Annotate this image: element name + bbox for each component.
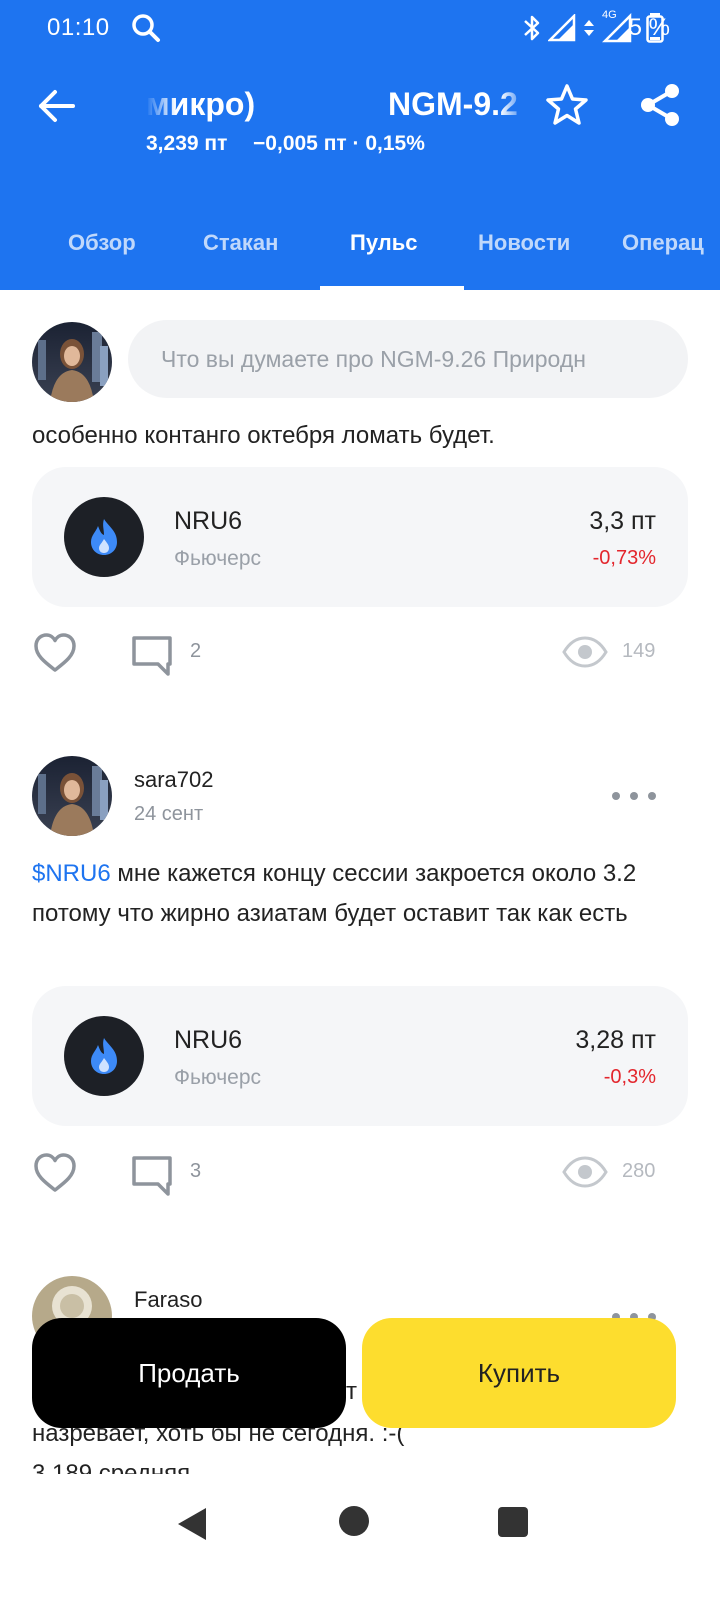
tab-operations[interactable]: Операц: [622, 230, 704, 256]
status-bar: 01:10 4G 5 %: [0, 0, 720, 56]
post-date: 24 сент: [134, 803, 204, 825]
system-nav-bar: [0, 1476, 720, 1600]
signal-4g: 4G: [602, 9, 632, 43]
post-author[interactable]: Faraso: [134, 1287, 202, 1313]
views-count: 280: [622, 1160, 656, 1182]
author-avatar[interactable]: [32, 756, 112, 836]
instrument-card[interactable]: NRU6 Фьючерс 3,28 пт -0,3%: [32, 986, 688, 1126]
instrument-card[interactable]: NRU6 Фьючерс 3,3 пт -0,73%: [32, 467, 688, 607]
instrument-header: 01:10 4G 5 % микро) NGM-9.2 3,239 пт −0,…: [0, 0, 720, 290]
nav-back-icon[interactable]: [176, 1506, 210, 1542]
battery-percent: 5 %: [628, 14, 670, 41]
buy-button[interactable]: Купить: [362, 1318, 676, 1428]
flame-icon: [91, 519, 117, 555]
back-button[interactable]: [32, 82, 80, 130]
share-icon[interactable]: [638, 82, 682, 128]
instrument-logo: [64, 497, 144, 577]
eye-icon: [562, 1156, 608, 1188]
tab-orderbook[interactable]: Стакан: [203, 230, 278, 256]
post-text: особенно контанго октебря ломать будет.: [32, 422, 495, 449]
avatar-photo: [32, 756, 112, 836]
more-dot: [630, 792, 638, 800]
eye-icon: [562, 636, 608, 668]
price-line: 3,239 пт −0,005 пт · 0,15%: [146, 132, 425, 156]
heart-icon[interactable]: [32, 1150, 78, 1196]
price-change: −0,005 пт · 0,15%: [253, 132, 425, 155]
post-author[interactable]: sara702: [134, 767, 214, 793]
tab-bar: Обзор Стакан Пульс Новости Операц: [0, 210, 720, 290]
instrument-logo: [64, 1016, 144, 1096]
data-arrows-icon: [584, 20, 594, 36]
flame-icon: [91, 1038, 117, 1074]
signal-icon: [548, 14, 576, 42]
search-icon[interactable]: [130, 12, 162, 44]
app-screen: 01:10 4G 5 % микро) NGM-9.2 3,239 пт −0,…: [0, 0, 720, 1600]
avatar-photo: [32, 322, 112, 402]
nav-home-icon[interactable]: [339, 1506, 369, 1536]
more-icon[interactable]: [612, 781, 656, 811]
tab-news[interactable]: Новости: [478, 230, 570, 256]
star-icon[interactable]: [544, 82, 590, 128]
post-body: мне кажется концу сессии закроется около…: [32, 860, 637, 927]
post-text-clipped: 3,189 средняя: [32, 1460, 191, 1474]
back-arrow-icon: [39, 90, 75, 122]
instrument-change: -0,3%: [603, 1066, 656, 1088]
comment-icon[interactable]: [130, 1152, 174, 1196]
instrument-price: 3,3 пт: [589, 507, 656, 535]
instrument-name: NRU6: [174, 1026, 243, 1054]
tab-overview[interactable]: Обзор: [68, 230, 136, 256]
bluetooth-icon: [524, 15, 540, 41]
post-actions: 2 149: [32, 630, 688, 680]
instrument-type: Фьючерс: [174, 1066, 261, 1089]
instrument-name: NRU6: [174, 507, 243, 535]
status-time: 01:10: [47, 14, 110, 41]
instrument-type: Фьючерс: [174, 547, 261, 570]
user-avatar[interactable]: [32, 322, 112, 402]
more-dot: [648, 792, 656, 800]
tab-pulse[interactable]: Пульс: [350, 230, 418, 256]
current-price: 3,239 пт: [146, 132, 228, 155]
instrument-title: микро) NGM-9.2: [146, 86, 526, 130]
signal-icon-2: [602, 13, 632, 43]
views-count: 149: [622, 640, 656, 662]
nav-recents-icon[interactable]: [498, 1507, 528, 1537]
instrument-change: -0,73%: [592, 547, 656, 569]
post-actions: 3 280: [32, 1150, 688, 1200]
heart-icon[interactable]: [32, 630, 78, 676]
comment-count: 3: [190, 1160, 202, 1182]
title-fade-right: [500, 86, 528, 130]
instrument-price: 3,28 пт: [575, 1026, 656, 1054]
comment-icon[interactable]: [130, 632, 174, 676]
ticker-link[interactable]: $NRU6: [32, 860, 111, 887]
sell-button[interactable]: Продать: [32, 1318, 346, 1428]
comment-count: 2: [190, 640, 202, 662]
more-dot: [612, 792, 620, 800]
title-part-2: NGM-9.2: [388, 86, 518, 122]
title-fade-left: [146, 86, 176, 130]
post-composer-input[interactable]: [128, 320, 688, 398]
post-text: $NRU6 мне кажется концу сессии закроется…: [32, 854, 692, 934]
active-tab-indicator: [320, 286, 464, 290]
